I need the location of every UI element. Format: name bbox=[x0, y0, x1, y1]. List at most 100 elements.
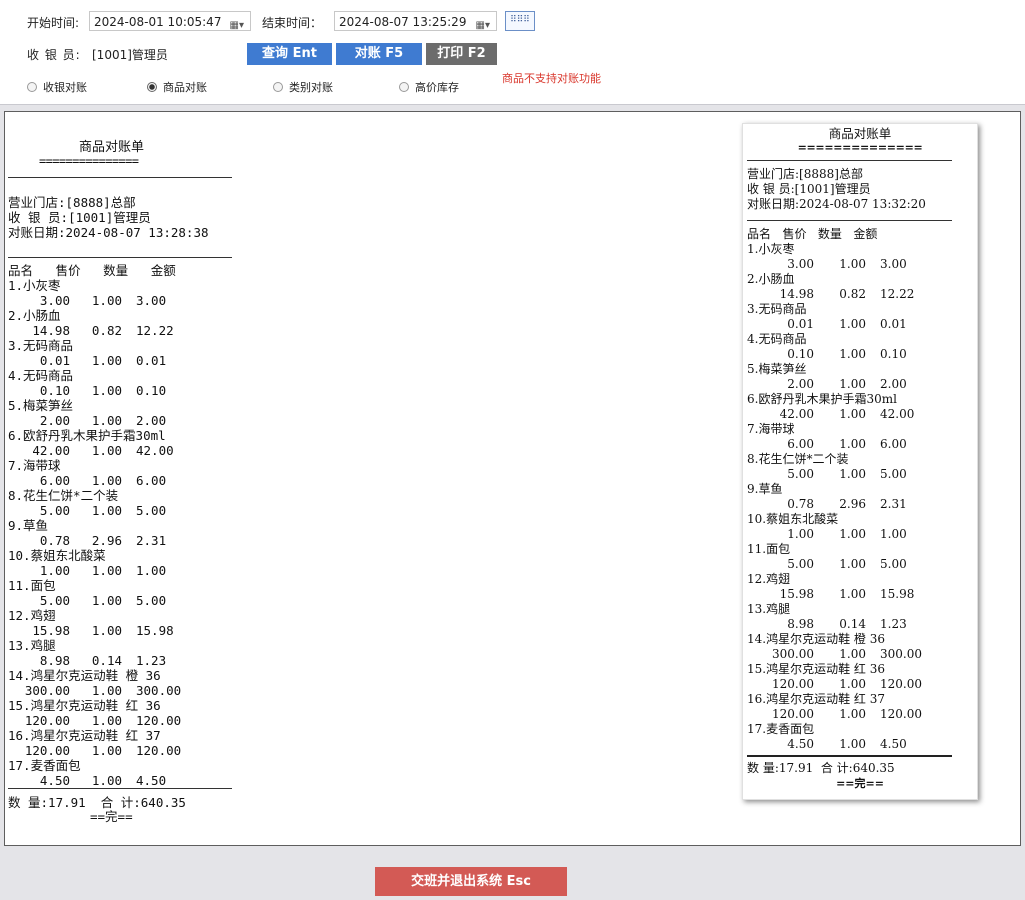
item-amount: 0.10 bbox=[136, 383, 167, 398]
item-amount: 0.10 bbox=[880, 347, 907, 361]
item-amount: 120.00 bbox=[136, 743, 182, 758]
item-amount: 2.31 bbox=[880, 497, 907, 511]
divider bbox=[8, 257, 232, 258]
item-name: 12.鸡翅 bbox=[747, 572, 791, 586]
item-values: 0.10 1.00 0.10 bbox=[747, 347, 935, 362]
item-price: 120.00 bbox=[24, 713, 70, 728]
item-name: 13.鸡腿 bbox=[747, 602, 791, 616]
keyboard-icon[interactable]: ⠿⠿⠿ bbox=[505, 11, 535, 31]
item-qty: 1.00 bbox=[839, 527, 866, 541]
item-price: 2.00 bbox=[787, 377, 814, 391]
item-qty: 1.00 bbox=[91, 353, 122, 368]
item-name: 5.梅菜笋丝 bbox=[747, 362, 807, 376]
start-time-input[interactable]: 2024-08-01 10:05:47 ▦▾ bbox=[89, 11, 251, 31]
item-name: 6.欧舒丹乳木果护手霜30ml bbox=[747, 392, 897, 406]
report-title-underline: =============== bbox=[39, 154, 139, 168]
item-values: 0.10 1.00 0.10 bbox=[8, 383, 187, 398]
reconcile-button[interactable]: 对账 F5 bbox=[336, 43, 422, 65]
item-name: 4.无码商品 bbox=[747, 332, 807, 346]
radio-product-reconcile[interactable]: 商品对账 bbox=[147, 79, 207, 95]
item-values: 0.78 2.96 2.31 bbox=[8, 533, 187, 548]
end-time-input[interactable]: 2024-08-07 13:25:29 ▦▾ bbox=[334, 11, 497, 31]
item-name: 10.蔡姐东北酸菜 bbox=[8, 548, 106, 563]
item-amount: 12.22 bbox=[136, 323, 174, 338]
item-values: 5.00 1.00 5.00 bbox=[8, 593, 187, 608]
shift-exit-button[interactable]: 交班并退出系统 Esc bbox=[375, 867, 567, 896]
item-values: 0.78 2.96 2.31 bbox=[747, 497, 935, 512]
item-amount: 2.00 bbox=[136, 413, 167, 428]
preview-date-line: 对账日期:2024-08-07 13:32:20 bbox=[747, 197, 926, 212]
item-price: 0.01 bbox=[39, 353, 70, 368]
item-name: 17.麦香面包 bbox=[8, 758, 81, 773]
item-amount: 42.00 bbox=[136, 443, 174, 458]
item-name: 10.蔡姐东北酸菜 bbox=[747, 512, 839, 526]
item-values: 4.50 1.00 4.50 bbox=[8, 773, 187, 788]
radio-high-price-stock[interactable]: 高价库存 bbox=[399, 79, 459, 95]
item-price: 6.00 bbox=[787, 437, 814, 451]
radio-category-reconcile[interactable]: 类别对账 bbox=[273, 79, 333, 95]
preview-column-header: 品名 售价 数量 金额 bbox=[747, 227, 878, 241]
item-values: 120.00 1.00 120.00 bbox=[747, 677, 935, 692]
item-amount: 15.98 bbox=[136, 623, 174, 638]
warning-text: 商品不支持对账功能 bbox=[502, 72, 601, 85]
item-name: 7.海带球 bbox=[747, 422, 795, 436]
item-values: 0.01 1.00 0.01 bbox=[747, 317, 935, 332]
item-values: 3.00 1.00 3.00 bbox=[8, 293, 187, 308]
preview-store-line: 营业门店:[8888]总部 bbox=[747, 167, 863, 181]
end-time-value: 2024-08-07 13:25:29 bbox=[339, 15, 467, 29]
item-name: 2.小肠血 bbox=[747, 272, 795, 286]
item-amount: 42.00 bbox=[880, 407, 915, 421]
radio-label: 类别对账 bbox=[289, 81, 333, 94]
item-qty: 1.00 bbox=[839, 587, 866, 601]
item-values: 6.00 1.00 6.00 bbox=[747, 437, 935, 452]
item-amount: 0.01 bbox=[880, 317, 907, 331]
item-name: 8.花生仁饼*二个装 bbox=[8, 488, 119, 503]
item-values: 5.00 1.00 5.00 bbox=[747, 467, 935, 482]
item-name: 15.鸿星尔克运动鞋 红 36 bbox=[747, 662, 885, 676]
item-qty: 2.96 bbox=[839, 497, 866, 511]
item-name: 7.海带球 bbox=[8, 458, 61, 473]
item-name: 16.鸿星尔克运动鞋 红 37 bbox=[8, 728, 161, 743]
calendar-icon[interactable]: ▦▾ bbox=[230, 16, 244, 36]
report-title: 商品对账单 bbox=[79, 140, 145, 155]
item-price: 42.00 bbox=[779, 407, 814, 421]
divider bbox=[8, 177, 232, 178]
item-amount: 300.00 bbox=[880, 647, 922, 661]
item-values: 42.00 1.00 42.00 bbox=[8, 443, 187, 458]
item-values: 2.00 1.00 2.00 bbox=[747, 377, 935, 392]
print-button[interactable]: 打印 F2 bbox=[426, 43, 497, 65]
item-price: 0.78 bbox=[787, 497, 814, 511]
radio-cashier-reconcile[interactable]: 收银对账 bbox=[27, 79, 87, 95]
preview-item-list: 1.小灰枣 3.00 1.00 3.00 2.小肠血 14.98 0.82 12.22 3.无码… bbox=[747, 242, 935, 752]
query-button[interactable]: 查询 Ent bbox=[247, 43, 332, 65]
cashier-label: 收 银 员: bbox=[27, 48, 81, 62]
radio-indicator bbox=[273, 82, 283, 92]
preview-title: 商品对账单 bbox=[828, 126, 892, 141]
start-time-label: 开始时间: bbox=[27, 16, 80, 30]
calendar-icon[interactable]: ▦▾ bbox=[476, 16, 490, 36]
item-price: 15.98 bbox=[32, 623, 70, 638]
item-price: 5.00 bbox=[39, 593, 70, 608]
item-price: 300.00 bbox=[24, 683, 70, 698]
start-time-value: 2024-08-01 10:05:47 bbox=[94, 15, 222, 29]
item-values: 14.98 0.82 12.22 bbox=[8, 323, 187, 338]
item-name: 1.小灰枣 bbox=[747, 242, 795, 256]
item-name: 13.鸡腿 bbox=[8, 638, 56, 653]
item-name: 14.鸿星尔克运动鞋 橙 36 bbox=[8, 668, 161, 683]
item-price: 2.00 bbox=[39, 413, 70, 428]
preview-end-mark: ==完== bbox=[836, 777, 884, 790]
item-name: 8.花生仁饼*二个装 bbox=[747, 452, 849, 466]
item-name: 4.无码商品 bbox=[8, 368, 74, 383]
column-header: 品名 售价 数量 金额 bbox=[8, 263, 176, 278]
item-amount: 0.01 bbox=[136, 353, 167, 368]
item-amount: 15.98 bbox=[880, 587, 915, 601]
item-price: 4.50 bbox=[39, 773, 70, 788]
item-values: 1.00 1.00 1.00 bbox=[747, 527, 935, 542]
divider bbox=[747, 755, 952, 757]
item-amount: 5.00 bbox=[136, 593, 167, 608]
item-name: 9.草鱼 bbox=[8, 518, 49, 533]
item-qty: 1.00 bbox=[839, 257, 866, 271]
item-list: 1.小灰枣 3.00 1.00 3.00 2.小肠血 14.98 0.82 12.22 3.无码… bbox=[8, 278, 187, 788]
item-price: 0.78 bbox=[39, 533, 70, 548]
item-price: 8.98 bbox=[39, 653, 70, 668]
